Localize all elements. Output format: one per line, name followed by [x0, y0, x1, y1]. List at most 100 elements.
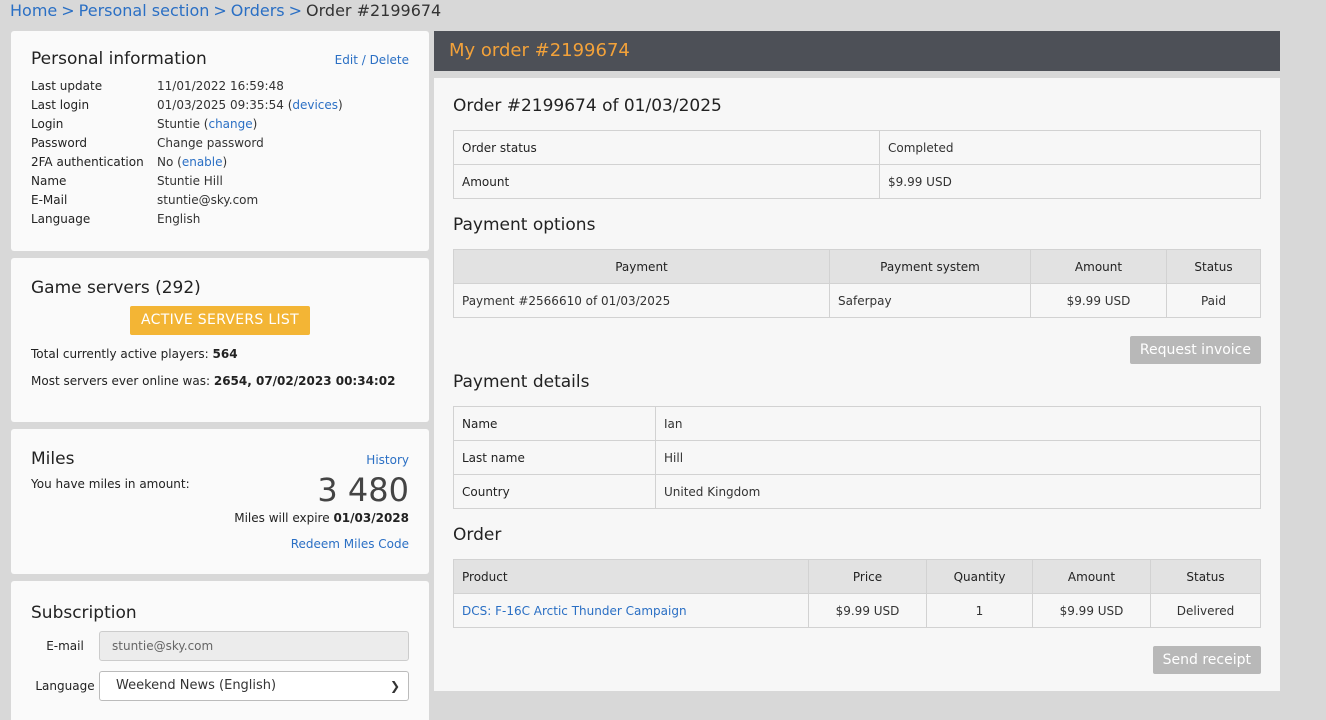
order-amount-label: Amount [453, 164, 880, 199]
info-row-language: Language English [31, 210, 409, 229]
miles-expire-label: Miles will expire [234, 511, 330, 525]
details-label: Last name [453, 440, 656, 475]
subscription-title: Subscription [31, 603, 409, 623]
miles-amount-value: 3 480 [317, 471, 409, 509]
column-header: Amount [1032, 559, 1151, 594]
edit-delete-link[interactable]: Edit / Delete [335, 53, 409, 67]
payment-details-table: Name Ian Last name Hill Country United K… [453, 406, 1261, 509]
personal-info-title: Personal information [31, 49, 207, 69]
miles-amount-label: You have miles in amount: [31, 477, 190, 491]
request-invoice-button[interactable]: Request invoice [1129, 336, 1261, 364]
order-header: My order #2199674 [434, 31, 1280, 71]
order-section-title: Order [453, 525, 502, 545]
quantity-cell: 1 [926, 593, 1033, 628]
max-servers-line: Most servers ever online was: 2654, 07/0… [31, 374, 409, 388]
devices-link[interactable]: devices [292, 98, 338, 112]
table-row: Country United Kingdom [453, 474, 1261, 509]
order-status-label: Order status [453, 130, 880, 165]
miles-expire-date: 01/03/2028 [333, 511, 409, 525]
info-value: 11/01/2022 16:59:48 [157, 79, 284, 93]
info-label: Language [31, 212, 91, 226]
info-label: Last update [31, 79, 103, 93]
info-label: Name [31, 174, 67, 188]
table-row: Order status Completed [453, 130, 1261, 165]
amount-cell: $9.99 USD [1032, 593, 1151, 628]
subscription-language-select[interactable]: Weekend News (English) ❯ [99, 671, 409, 701]
info-row-password: Password Change password [31, 134, 409, 153]
payment-status-cell: Paid [1166, 283, 1261, 318]
info-row-login: Login Stuntie (change) [31, 115, 409, 134]
details-value: Hill [655, 440, 1261, 475]
subscription-email-input[interactable]: stuntie@sky.com [99, 631, 409, 661]
info-row-last-login: Last login 01/03/2025 09:35:54 (devices) [31, 96, 409, 115]
order-body: Order #2199674 of 01/03/2025 Order statu… [434, 78, 1280, 691]
left-column: Personal information Edit / Delete Last … [11, 31, 429, 720]
column-header: Product [453, 559, 809, 594]
breadcrumb-separator: > [288, 1, 303, 20]
info-value: 01/03/2025 09:35:54 (devices) [157, 98, 343, 112]
active-servers-list-button[interactable]: ACTIVE SERVERS LIST [130, 306, 310, 335]
max-servers-value: 2654, 07/02/2023 00:34:02 [213, 374, 396, 388]
order-amount-value: $9.99 USD [879, 164, 1261, 199]
breadcrumb-home[interactable]: Home [10, 1, 57, 20]
subscription-title-text: Subscription [31, 603, 137, 623]
redeem-miles-code-link[interactable]: Redeem Miles Code [291, 537, 409, 551]
personal-info-panel: Personal information Edit / Delete Last … [11, 31, 429, 251]
active-players-value: 564 [212, 347, 238, 361]
redeem-line: Redeem Miles Code [31, 537, 409, 551]
miles-panel: Miles History You have miles in amount: … [11, 429, 429, 574]
details-label: Name [453, 406, 656, 441]
miles-title: Miles [31, 449, 75, 469]
table-row: Payment #2566610 of 01/03/2025 Saferpay … [453, 283, 1261, 318]
info-row-name: Name Stuntie Hill [31, 172, 409, 191]
miles-expire-line: Miles will expire 01/03/2028 [31, 511, 409, 525]
column-header: Amount [1030, 249, 1167, 284]
table-row: Amount $9.99 USD [453, 164, 1261, 199]
subscription-language-label: Language [35, 679, 95, 693]
order-items-table: Product Price Quantity Amount Status DCS… [453, 559, 1261, 628]
table-row: Name Ian [453, 406, 1261, 441]
miles-heading: Miles History [31, 449, 409, 469]
table-header-row: Payment Payment system Amount Status [453, 249, 1261, 284]
order-status-table: Order status Completed Amount $9.99 USD [453, 130, 1261, 199]
table-header-row: Product Price Quantity Amount Status [453, 559, 1261, 594]
table-row: Last name Hill [453, 440, 1261, 475]
subscription-language-value: Weekend News (English) [116, 678, 277, 693]
table-row: DCS: F-16C Arctic Thunder Campaign $9.99… [453, 593, 1261, 628]
2fa-value: No [157, 155, 174, 169]
subscription-language-row: Language Weekend News (English) ❯ [31, 671, 409, 701]
product-link[interactable]: DCS: F-16C Arctic Thunder Campaign [462, 604, 687, 618]
change-password-link[interactable]: Change password [157, 134, 264, 153]
miles-history-link[interactable]: History [366, 453, 409, 467]
info-value: No (enable) [157, 155, 228, 169]
column-header: Status [1166, 249, 1261, 284]
subscription-email-row: E-mail stuntie@sky.com [31, 631, 409, 661]
breadcrumb-orders[interactable]: Orders [231, 1, 285, 20]
send-receipt-button[interactable]: Send receipt [1152, 646, 1261, 674]
column-header: Quantity [926, 559, 1033, 594]
product-cell: DCS: F-16C Arctic Thunder Campaign [453, 593, 809, 628]
info-value: stuntie@sky.com [157, 193, 259, 207]
breadcrumb-personal-section[interactable]: Personal section [79, 1, 210, 20]
info-value: Stuntie Hill [157, 174, 223, 188]
order-main: My order #2199674 Order #2199674 of 01/0… [434, 31, 1280, 691]
subscription-panel: Subscription E-mail stuntie@sky.com Lang… [11, 581, 429, 720]
game-servers-title-text: Game servers (292) [31, 278, 201, 298]
info-label: E-Mail [31, 193, 68, 207]
column-header: Payment [453, 249, 830, 284]
info-label: Last login [31, 98, 90, 112]
enable-2fa-link[interactable]: enable [182, 155, 223, 169]
breadcrumb-separator: > [61, 1, 75, 20]
info-value: English [157, 212, 201, 226]
info-value: Stuntie (change) [157, 117, 258, 131]
info-row-2fa: 2FA authentication No (enable) [31, 153, 409, 172]
breadcrumb-current: Order #2199674 [306, 1, 442, 20]
info-row-last-update: Last update 11/01/2022 16:59:48 [31, 77, 409, 96]
column-header: Payment system [829, 249, 1031, 284]
payment-options-table: Payment Payment system Amount Status Pay… [453, 249, 1261, 318]
subscription-email-label: E-mail [46, 639, 84, 653]
breadcrumb: Home > Personal section > Orders > Order #2199… [10, 0, 441, 22]
payment-system-cell: Saferpay [829, 283, 1031, 318]
change-login-link[interactable]: change [208, 117, 252, 131]
active-players-line: Total currently active players: 564 [31, 347, 409, 361]
